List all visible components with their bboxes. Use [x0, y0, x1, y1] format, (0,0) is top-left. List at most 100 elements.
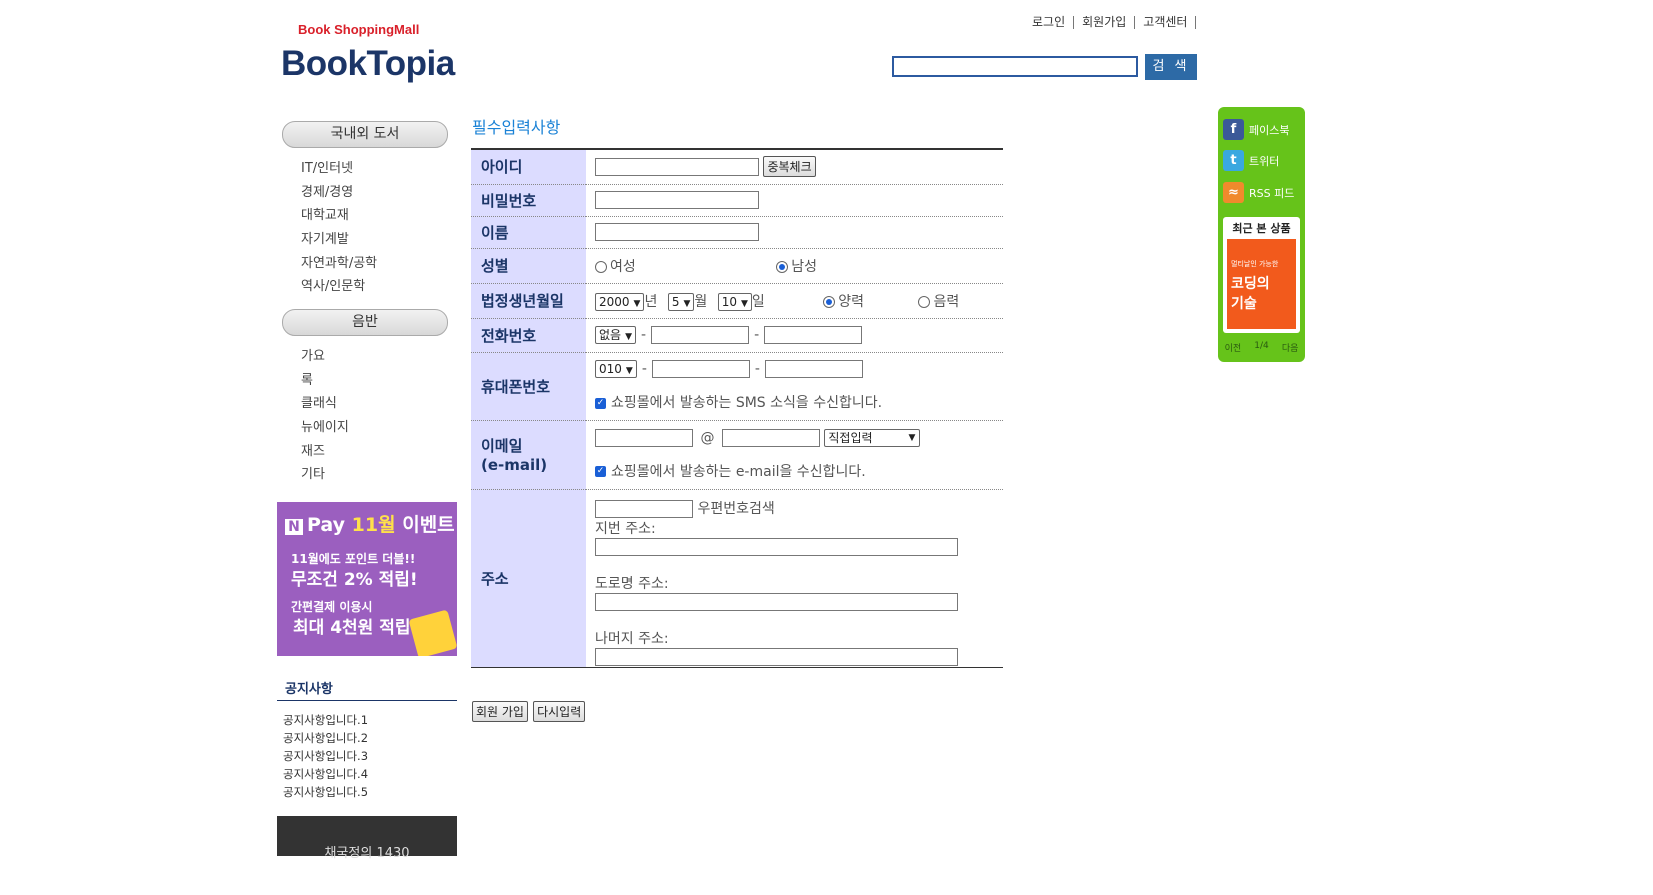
at-sign: @ — [700, 429, 715, 446]
female-radio[interactable] — [595, 260, 607, 273]
prev-button[interactable]: 이전 — [1225, 341, 1242, 354]
signup-link[interactable]: 회원가입 — [1074, 16, 1136, 29]
reset-button[interactable]: 다시입력 — [533, 701, 586, 722]
facebook-icon: f — [1223, 119, 1244, 140]
brand-subtitle: Book ShoppingMall — [298, 22, 420, 37]
facebook-link[interactable]: f 페이스북 — [1223, 119, 1289, 140]
npay-promo-banner[interactable]: N Pay 11월 이벤트 11월에도 포인트 더블!! 무조건 2% 적립! 간… — [277, 502, 457, 656]
notice-item[interactable]: 공지사항입니다.1 — [283, 711, 368, 729]
mobile-middle-input[interactable] — [651, 360, 750, 378]
category-item[interactable]: 록 — [301, 369, 349, 393]
mobile-last-input[interactable] — [764, 360, 863, 378]
email-domain-input[interactable] — [721, 428, 820, 447]
zipcode-input[interactable] — [595, 499, 693, 518]
recent-items-box: 최근 본 상품 멀티날인 가능한 코딩의 기술 — [1223, 217, 1300, 333]
mobile-label: 휴대폰번호 — [471, 352, 586, 421]
rss-link[interactable]: ≈ RSS 피드 — [1223, 182, 1294, 203]
category-item[interactable]: 역사/인문학 — [301, 275, 377, 299]
day-unit: 일 — [751, 293, 765, 310]
notice-item[interactable]: 공지사항입니다.3 — [283, 747, 368, 765]
recent-items-title: 최근 본 상품 — [1232, 222, 1291, 235]
chevron-down-icon: ▼ — [683, 298, 691, 309]
search-button[interactable]: 검 색 — [1145, 54, 1197, 80]
email-domain-select[interactable]: 직접입력 ▼ — [824, 428, 921, 447]
book-cover-text: 코딩의 — [1231, 276, 1270, 292]
notice-list: 공지사항입니다.1 공지사항입니다.2 공지사항입니다.3 공지사항입니다.4 … — [283, 711, 368, 801]
form-actions: 회원 가입 다시입력 — [472, 701, 586, 722]
chevron-down-icon: ▼ — [741, 298, 748, 309]
solar-radio[interactable] — [823, 295, 836, 308]
category-item[interactable]: IT/인터넷 — [301, 157, 377, 181]
birth-month-select[interactable]: 5 ▼ — [667, 292, 695, 311]
promo-title: N Pay 11월 이벤트 — [285, 510, 455, 537]
phone-middle-input[interactable] — [651, 326, 750, 344]
next-button[interactable]: 다음 — [1282, 341, 1299, 354]
notice-item[interactable]: 공지사항입니다.4 — [283, 765, 368, 783]
submit-button[interactable]: 회원 가입 — [472, 701, 528, 722]
category-item[interactable]: 자연과학/공학 — [301, 252, 377, 276]
category-item[interactable]: 경제/경영 — [301, 181, 377, 205]
solar-label: 양력 — [838, 293, 865, 310]
top-nav: 로그인 회원가입 고객센터 — [1030, 16, 1197, 29]
birth-year-select[interactable]: 2000 ▼ — [595, 292, 645, 311]
rest-address-input[interactable] — [595, 647, 958, 666]
id-input[interactable] — [595, 157, 759, 176]
phone-prefix-select[interactable]: 없음 ▼ — [595, 326, 637, 344]
lunar-radio[interactable] — [918, 295, 931, 308]
lunar-label: 음력 — [933, 293, 960, 310]
lot-address-input[interactable] — [595, 537, 958, 556]
quick-menu: f 페이스북 t 트위터 ≈ RSS 피드 최근 본 상품 멀티날인 가능한 코딩의 … — [1218, 107, 1305, 362]
rss-icon: ≈ — [1223, 182, 1244, 203]
login-link[interactable]: 로그인 — [1030, 16, 1075, 29]
divider — [277, 700, 457, 701]
logo[interactable]: BookTopia — [281, 44, 455, 84]
category-item[interactable]: 재즈 — [301, 440, 349, 464]
gender-label: 성별 — [471, 248, 586, 284]
birth-day-select[interactable]: 10 ▼ — [717, 292, 752, 311]
duplicate-check-button[interactable]: 중복체크 — [763, 156, 816, 178]
mobile-prefix-select[interactable]: 010 ▼ — [595, 360, 637, 378]
phone-last-input[interactable] — [764, 326, 863, 344]
npay-logo-icon: N — [285, 519, 303, 535]
twitter-link[interactable]: t 트위터 — [1223, 150, 1279, 171]
name-input[interactable] — [595, 223, 759, 241]
sms-consent-checkbox[interactable]: ✓ — [595, 397, 606, 409]
category-item[interactable]: 대학교재 — [301, 204, 377, 228]
phone-label: 전화번호 — [471, 318, 586, 353]
category-item[interactable]: 가요 — [301, 345, 349, 369]
book-category-list: IT/인터넷 경제/경영 대학교재 자기계발 자연과학/공학 역사/인문학 — [301, 157, 377, 299]
promo-line: 최대 4천원 적립! — [293, 618, 419, 638]
notice-item[interactable]: 공지사항입니다.5 — [283, 783, 368, 801]
category-item[interactable]: 자기계발 — [301, 228, 377, 252]
category-item[interactable]: 뉴에이지 — [301, 416, 349, 440]
birthdate-label: 법정생년월일 — [471, 283, 586, 319]
bottom-banner[interactable]: 채국정의 1430 — [277, 816, 457, 861]
customer-center-link[interactable]: 고객센터 — [1135, 16, 1197, 29]
search-input[interactable] — [892, 56, 1138, 77]
notice-title: 공지사항 — [285, 682, 333, 697]
id-label: 아이디 — [471, 149, 586, 185]
category-item[interactable]: 클래식 — [301, 392, 349, 416]
password-input[interactable] — [595, 191, 759, 209]
male-radio[interactable] — [776, 260, 789, 273]
road-address-label: 도로명 주소: — [595, 575, 669, 592]
road-address-input[interactable] — [595, 592, 958, 611]
music-category-list: 가요 록 클래식 뉴에이지 재즈 기타 — [301, 345, 349, 487]
twitter-icon: t — [1223, 150, 1244, 171]
category-item[interactable]: 기타 — [301, 463, 349, 487]
password-label: 비밀번호 — [471, 184, 586, 217]
recent-book-cover[interactable]: 멀티날인 가능한 코딩의 기술 — [1227, 239, 1296, 329]
notice-item[interactable]: 공지사항입니다.2 — [283, 729, 368, 747]
category-music-header[interactable]: 음반 — [282, 309, 448, 336]
rest-address-label: 나머지 주소: — [595, 630, 669, 647]
category-books-header[interactable]: 국내외 도서 — [282, 121, 448, 148]
email-consent-checkbox[interactable]: ✓ — [595, 466, 606, 477]
recent-pager: 이전 1/4 다음 — [1218, 341, 1305, 354]
email-label: 이메일 (e-mail) — [471, 420, 586, 490]
month-unit: 월 — [694, 293, 708, 310]
chevron-down-icon: ▼ — [908, 432, 916, 443]
email-id-input[interactable] — [595, 428, 693, 447]
chevron-down-icon: ▼ — [633, 298, 641, 309]
zipcode-search-link[interactable]: 우편번호검색 — [697, 501, 774, 517]
year-unit: 년 — [644, 293, 658, 310]
